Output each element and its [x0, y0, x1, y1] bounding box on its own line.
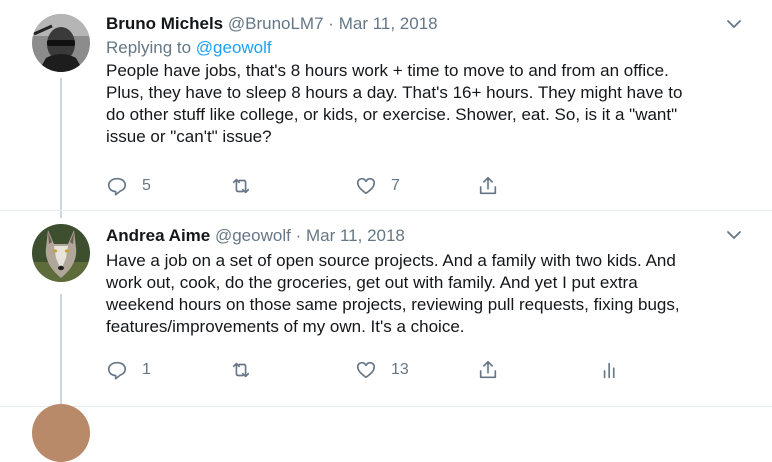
tweet-text-line: features/improvements of my own. It's a … [106, 317, 465, 336]
heart-icon [356, 177, 376, 195]
reply-count: 5 [142, 177, 151, 194]
tweet-date[interactable]: Mar 11, 2018 [306, 226, 405, 245]
reply-button[interactable]: 5 [106, 174, 151, 198]
tweet-divider [0, 406, 772, 407]
heart-icon [356, 361, 376, 379]
tweet-header: Bruno Michels @BrunoLM7 · Mar 11, 2018 [106, 13, 746, 35]
replying-to: Replying to @geowolf [106, 37, 746, 59]
reply-icon [107, 177, 127, 196]
separator: · [295, 226, 302, 245]
mention-link[interactable]: @geowolf [196, 38, 272, 57]
tweet-text-line: issue or "can't" issue? [106, 127, 272, 146]
tweet-text-line: Have a job on a set of open source proje… [106, 251, 676, 270]
tweet-1[interactable]: Bruno Michels @BrunoLM7 · Mar 11, 2018 R… [0, 0, 772, 210]
tweet-header: Andrea Aime @geowolf · Mar 11, 2018 [106, 225, 746, 247]
retweet-button[interactable] [230, 358, 266, 382]
retweet-icon [232, 178, 250, 194]
like-button[interactable]: 7 [355, 174, 400, 198]
user-handle[interactable]: @geowolf [215, 226, 291, 245]
like-count: 7 [391, 177, 400, 194]
avatar[interactable] [32, 224, 90, 282]
display-name[interactable]: Bruno Michels [106, 14, 223, 33]
share-button[interactable] [477, 174, 499, 198]
reply-count: 1 [142, 361, 151, 378]
tweet-text-line: People have jobs, that's 8 hours work + … [106, 61, 669, 80]
tweet-date[interactable]: Mar 11, 2018 [339, 14, 438, 33]
reply-icon [107, 361, 127, 380]
tweet-text: People have jobs, that's 8 hours work + … [106, 60, 746, 148]
user-avatar-wolf-icon [32, 224, 90, 282]
like-button[interactable]: 13 [355, 358, 409, 382]
share-button[interactable] [477, 358, 499, 382]
chevron-down-icon[interactable] [726, 16, 742, 32]
like-count: 13 [391, 361, 409, 378]
tweet-actions: 5 7 [106, 174, 626, 198]
tweet-text-line: work out, cook, do the groceries, get ou… [106, 273, 638, 292]
tweet-text-line: Plus, they have to sleep 8 hours a day. … [106, 83, 683, 102]
retweet-icon [232, 362, 250, 378]
chevron-down-icon[interactable] [726, 227, 742, 243]
retweet-button[interactable] [230, 174, 266, 198]
replying-prefix: Replying to [106, 38, 196, 57]
analytics-icon [603, 362, 615, 379]
user-avatar-sunglasses-icon [32, 14, 90, 72]
tweet-actions: 1 13 [106, 358, 626, 382]
tweet-text-line: weekend hours on those same projects, re… [106, 295, 680, 314]
analytics-button[interactable] [600, 358, 622, 382]
tweet-text: Have a job on a set of open source proje… [106, 250, 746, 338]
separator: · [328, 14, 334, 33]
avatar[interactable] [32, 14, 90, 72]
reply-button[interactable]: 1 [106, 358, 151, 382]
tweet-text-line: do other stuff like college, or kids, or… [106, 105, 678, 124]
tweet-2[interactable]: Andrea Aime @geowolf · Mar 11, 2018 Have… [0, 211, 772, 406]
share-icon [479, 176, 497, 195]
user-handle[interactable]: @BrunoLM7 [228, 14, 324, 33]
display-name[interactable]: Andrea Aime [106, 226, 210, 245]
share-icon [479, 360, 497, 379]
avatar[interactable] [32, 404, 90, 462]
